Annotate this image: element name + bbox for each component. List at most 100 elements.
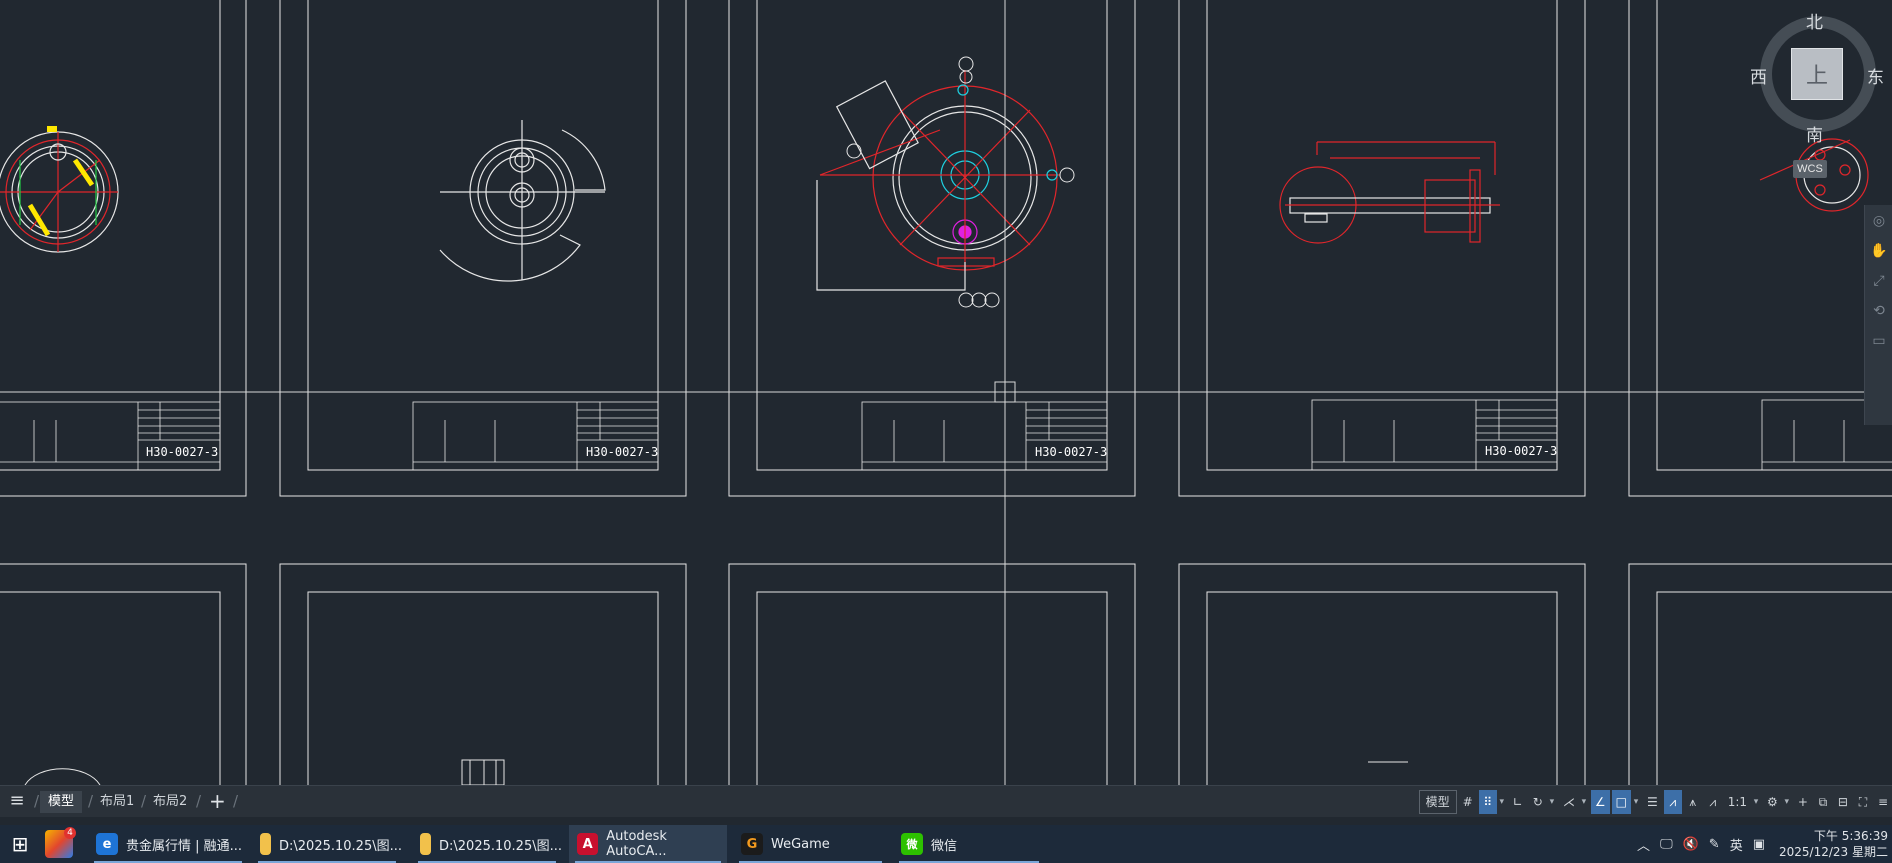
navigation-bar: ◎ ✋ ⤢ ⟲ ▭	[1864, 205, 1892, 425]
taskbar-item-label: 贵金属行情 | 融通...	[126, 838, 243, 854]
drawing-canvas[interactable]: H30-0027-3 H30-0027-3 H30-0027-3 H30-002…	[0, 0, 1892, 785]
taskbar-item-browser[interactable]: e 贵金属行情 | 融通...	[88, 825, 248, 863]
wegame-icon: G	[741, 833, 763, 855]
annotation-visibility-icon[interactable]: ⩘	[1663, 790, 1682, 814]
part-drawing-3	[816, 70, 1060, 291]
compass-east[interactable]: 东	[1867, 63, 1884, 88]
polar-tracking-icon[interactable]: ↻	[1529, 790, 1547, 814]
chevron-down-icon[interactable]: ▾	[1547, 790, 1557, 814]
taskbar-item-label: D:\2025.10.25\图...	[279, 838, 402, 854]
taskbar-item-label: D:\2025.10.25\图...	[439, 838, 562, 854]
steering-wheel-icon[interactable]: ◎	[1869, 213, 1889, 235]
lineweight-icon[interactable]: ☰	[1643, 790, 1662, 814]
viewcube-top-face[interactable]: 上	[1791, 48, 1843, 100]
tab-separator: /	[233, 792, 239, 810]
tab-separator: /	[196, 792, 202, 810]
chevron-down-icon[interactable]: ▾	[1497, 790, 1507, 814]
taskbar-item-autocad[interactable]: A Autodesk AutoCA...	[569, 825, 727, 863]
sheet-frame-3	[728, 0, 1136, 497]
chevron-down-icon[interactable]: ▾	[1751, 790, 1761, 814]
customization-menu-icon[interactable]: ≡	[1874, 790, 1892, 814]
pinned-app-icon[interactable]: 4	[45, 827, 76, 858]
pan-icon[interactable]: ✋	[1869, 243, 1889, 265]
part-drawing-4	[1279, 141, 1500, 244]
pen-icon[interactable]: ✎	[1709, 837, 1720, 852]
isolate-objects-icon[interactable]: ⧉	[1814, 790, 1832, 814]
isometric-icon[interactable]: ⋌	[1559, 790, 1579, 814]
taskbar-item-explorer-1[interactable]: D:\2025.10.25\图...	[252, 825, 402, 863]
taskbar-item-wegame[interactable]: G WeGame	[733, 825, 888, 863]
taskbar-item-label: 微信	[931, 838, 958, 854]
taskbar-item-label: WeGame	[771, 836, 830, 852]
showmotion-icon[interactable]: ▭	[1869, 333, 1889, 355]
windows-taskbar: ⊞ 4 e 贵金属行情 | 融通... D:\2025.10.25\图... D…	[0, 825, 1892, 863]
chevron-down-icon[interactable]: ▾	[1579, 790, 1589, 814]
zoom-extents-icon[interactable]: ⤢	[1869, 273, 1889, 295]
input-method-icon[interactable]: ▣	[1753, 837, 1765, 852]
compass-north[interactable]: 北	[1806, 8, 1823, 33]
hardware-acceleration-icon[interactable]: ⊟	[1834, 790, 1852, 814]
clock-date: 2025/12/23 星期二	[1779, 845, 1888, 859]
title-code-3: H30-0027-3	[1035, 445, 1107, 459]
network-icon[interactable]: 🖵	[1660, 837, 1673, 852]
callout-a	[846, 143, 862, 159]
partial-arc	[24, 768, 101, 785]
title-code-1: H30-0027-3	[146, 445, 218, 459]
ime-language[interactable]: 英	[1730, 835, 1743, 854]
chevron-up-icon[interactable]: ︿	[1637, 835, 1650, 854]
title-block-4	[1311, 399, 1558, 471]
ortho-icon[interactable]: ∟	[1509, 790, 1527, 814]
title-code-4: H30-0027-3	[1485, 444, 1557, 458]
crosshair-cursor	[0, 0, 1892, 785]
title-block-1	[0, 401, 221, 471]
viewcube[interactable]: 上 北 南 东 西	[1745, 6, 1885, 146]
edge-browser-icon: e	[96, 833, 118, 855]
part-drawing-1	[0, 126, 119, 253]
chevron-down-icon[interactable]: ▾	[1631, 790, 1641, 814]
folder-icon	[260, 833, 272, 855]
sheet-frame-4	[1178, 0, 1586, 497]
callout-d	[959, 70, 973, 84]
compass-south[interactable]: 南	[1806, 121, 1823, 146]
sheet-frame-2	[279, 0, 687, 497]
callout-c	[1059, 167, 1075, 183]
taskbar-item-explorer-2[interactable]: D:\2025.10.25\图...	[412, 825, 562, 863]
system-tray: ︿ 🖵 🔇 ✎ 英 ▣ 下午 5:36:39 2025/12/23 星期二	[1627, 825, 1892, 863]
annotation-scale-value[interactable]: 1:1	[1724, 790, 1751, 814]
hamburger-menu-icon[interactable]: ≡	[6, 790, 28, 812]
add-layout-button[interactable]: +	[209, 789, 226, 813]
gear-icon[interactable]: ⚙	[1763, 790, 1782, 814]
grid-icon[interactable]: #	[1459, 790, 1477, 814]
folder-icon	[420, 833, 432, 855]
tab-layout1[interactable]: 布局1	[92, 791, 142, 813]
plus-icon[interactable]: +	[1794, 790, 1812, 814]
auto-scale-icon[interactable]: ⩚	[1684, 790, 1702, 814]
taskbar-item-label: Autodesk AutoCA...	[606, 829, 667, 859]
notification-badge: 4	[64, 827, 76, 839]
tab-model[interactable]: 模型	[40, 791, 83, 813]
title-code-2: H30-0027-3	[586, 445, 658, 459]
object-snap-tracking-icon[interactable]: ∠	[1590, 790, 1610, 814]
tab-layout2[interactable]: 布局2	[145, 791, 195, 813]
orbit-icon[interactable]: ⟲	[1869, 303, 1889, 325]
callout-b	[958, 56, 974, 72]
wcs-menu-button[interactable]: WCS	[1793, 160, 1827, 178]
model-space[interactable]: H30-0027-3 H30-0027-3 H30-0027-3 H30-002…	[0, 0, 1892, 785]
object-snap-icon[interactable]: □	[1611, 790, 1631, 814]
tab-separator: /	[34, 792, 40, 810]
snap-mode-icon[interactable]: ⠿	[1478, 790, 1497, 814]
clock[interactable]: 下午 5:36:39 2025/12/23 星期二	[1779, 828, 1892, 860]
compass-west[interactable]: 西	[1750, 63, 1767, 88]
taskbar-item-wechat[interactable]: 微 微信	[893, 825, 1045, 863]
part-drawing-2	[439, 120, 606, 282]
chevron-down-icon[interactable]: ▾	[1782, 790, 1792, 814]
volume-muted-icon[interactable]: 🔇	[1683, 837, 1699, 852]
clock-time: 下午 5:36:39	[1813, 829, 1888, 843]
status-bar: 模型 # ⠿ ▾ ∟ ↻ ▾ ⋌ ▾ ∠ □ ▾ ☰ ⩘ ⩚ ⩘ 1:1 ▾ ⚙…	[1417, 788, 1892, 816]
title-block-3	[861, 401, 1108, 471]
annotation-scale-icon[interactable]: ⩘	[1704, 790, 1722, 814]
model-space-toggle[interactable]: 模型	[1418, 790, 1457, 814]
windows-start-icon[interactable]: ⊞	[0, 825, 40, 863]
layout-tab-bar: ≡ 模型 / / 布局1 / 布局2 / + / 模型 # ⠿ ▾ ∟ ↻ ▾ …	[0, 785, 1892, 817]
fullscreen-icon[interactable]: ⛶	[1854, 790, 1872, 814]
